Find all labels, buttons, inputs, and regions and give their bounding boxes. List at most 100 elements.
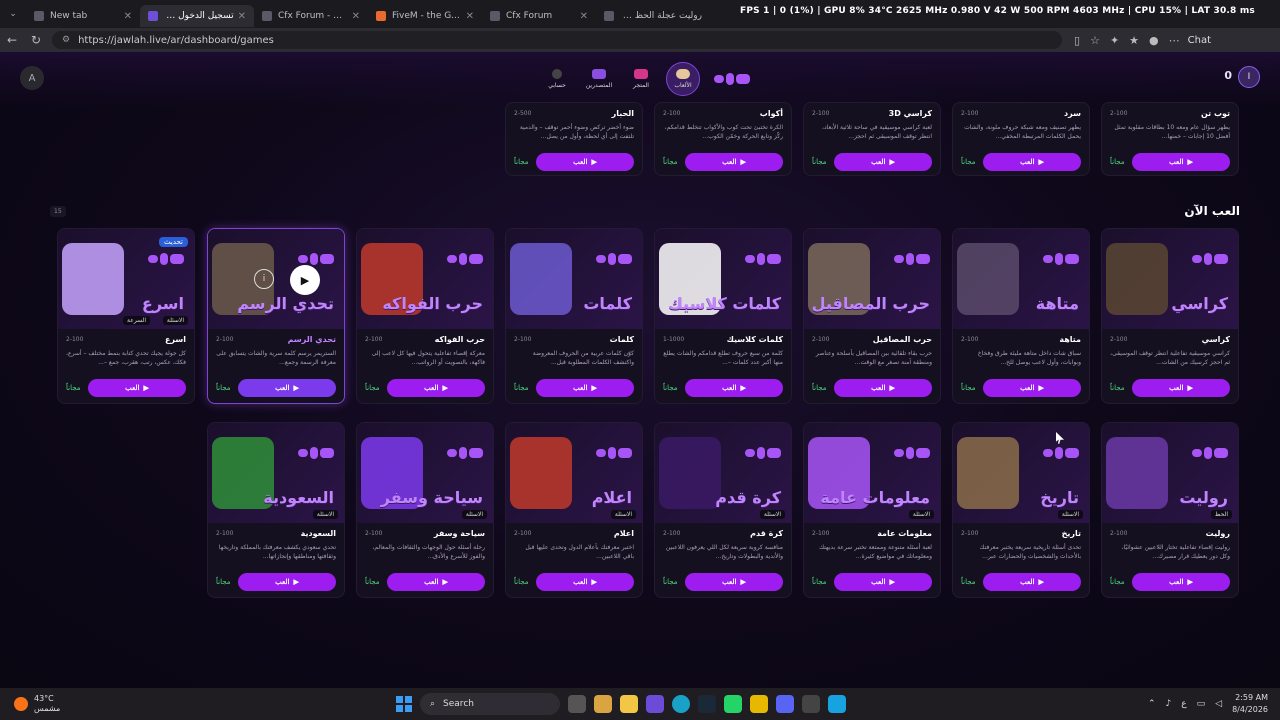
- close-icon[interactable]: ✕: [580, 11, 588, 22]
- game-card[interactable]: روليت الحظ 2-100 روليت روليت إقصاء تفاعلية ت…: [1101, 422, 1239, 598]
- play-button[interactable]: العب ▶: [983, 153, 1081, 171]
- game-thumbnail[interactable]: كرة قدم الاسئلة: [655, 423, 791, 523]
- game-card[interactable]: كلمات كلاسيك 1-1000 كلمات كلاسيك كلمة من سب…: [654, 228, 792, 404]
- browser-tab[interactable]: تسجيل الدخول إلى جولة ✕: [140, 5, 254, 27]
- game-card[interactable]: حرب المصاقيل 2-100 حرب المصاقيل حرب بقاء تل…: [803, 228, 941, 404]
- game-card[interactable]: تحدي الرسم i ▶ 2-100 تحدي الرسم الستريمر يرسم…: [207, 228, 345, 404]
- network-icon[interactable]: ▭: [1197, 699, 1206, 709]
- game-thumbnail[interactable]: كلمات: [506, 229, 642, 329]
- app-icon[interactable]: [646, 695, 664, 713]
- tab-menu-icon[interactable]: ⌄: [0, 9, 26, 19]
- play-icon[interactable]: ▶: [290, 265, 320, 295]
- taskbar-search[interactable]: ⌕ Search: [420, 693, 560, 715]
- fivem-icon[interactable]: [828, 695, 846, 713]
- game-thumbnail[interactable]: حرب الفواكه: [357, 229, 493, 329]
- close-icon[interactable]: ✕: [238, 11, 246, 22]
- game-card[interactable]: سياحة وسفر الاسئلة 2-100 سياحة وسفر رحلة أسئ…: [356, 422, 494, 598]
- chat-button[interactable]: Chat: [1188, 35, 1211, 46]
- game-card[interactable]: كراسي 2-100 كراسي كراسي موسيقية تفاعلية انت…: [1101, 228, 1239, 404]
- play-button[interactable]: العب ▶: [1132, 573, 1230, 591]
- game-card[interactable]: تاريخ الاسئلة 2-100 تاريخ تحدى أسئلة تاريخية…: [952, 422, 1090, 598]
- site-logo[interactable]: [714, 73, 750, 85]
- browser-tab[interactable]: Cfx Forum - The hom ✕: [254, 5, 368, 27]
- browser-tab[interactable]: روليت عجلة الحظ - بحث: [596, 5, 710, 27]
- close-icon[interactable]: ✕: [466, 11, 474, 22]
- game-card[interactable]: اعلام الاسئلة 2-100 اعلام اختبر معرفتك بأعلا…: [505, 422, 643, 598]
- play-button[interactable]: العب ▶: [983, 573, 1081, 591]
- browser-tab[interactable]: New tab ✕: [26, 5, 140, 27]
- game-thumbnail[interactable]: اسرع الاسئلة السرعة تحديث: [58, 229, 194, 329]
- play-button[interactable]: العب ▶: [536, 153, 634, 171]
- game-card[interactable]: كلمات 2-100 كلمات كوّن كلمات عربية من الحرو…: [505, 228, 643, 404]
- close-icon[interactable]: ✕: [352, 11, 360, 22]
- back-icon[interactable]: ←: [0, 33, 24, 47]
- play-button[interactable]: العب ▶: [983, 379, 1081, 397]
- nav-games[interactable]: الألعاب: [666, 62, 700, 96]
- url-field[interactable]: ⚙ https://jawlah.live/ar/dashboard/games: [52, 31, 1062, 49]
- game-card[interactable]: 2-100 توب تن يظهر سؤال عام ومعه 10 بطاقات …: [1101, 102, 1239, 176]
- game-thumbnail[interactable]: تاريخ الاسئلة: [953, 423, 1089, 523]
- game-thumbnail[interactable]: متاهة: [953, 229, 1089, 329]
- game-card[interactable]: 2-100 أكواب الكرة تختبئ تحت كوب والأكواب ت…: [654, 102, 792, 176]
- play-button[interactable]: العب ▶: [1132, 379, 1230, 397]
- play-button[interactable]: العب ▶: [834, 153, 932, 171]
- info-icon[interactable]: i: [254, 269, 274, 289]
- play-button[interactable]: العب ▶: [238, 573, 336, 591]
- game-thumbnail[interactable]: سياحة وسفر الاسئلة: [357, 423, 493, 523]
- bookmark-star-icon[interactable]: ☆: [1090, 34, 1100, 47]
- volume-icon[interactable]: ◁: [1215, 699, 1222, 709]
- nav-leaderboard[interactable]: المتصدرين: [582, 62, 616, 96]
- game-card[interactable]: حرب الفواكه 2-100 حرب الفواكه معركة إقصاء ت…: [356, 228, 494, 404]
- close-icon[interactable]: ✕: [124, 11, 132, 22]
- game-card[interactable]: كرة قدم الاسئلة 2-100 كرة قدم منافسة كروية س…: [654, 422, 792, 598]
- browser-tab[interactable]: FiveM - the GTA V m ✕: [368, 5, 482, 27]
- game-thumbnail[interactable]: معلومات عامة الاسئلة: [804, 423, 940, 523]
- discord-icon[interactable]: [776, 695, 794, 713]
- avatar[interactable]: I: [1238, 66, 1260, 88]
- nav-account[interactable]: حسابي: [540, 62, 574, 96]
- reading-mode-icon[interactable]: ▯: [1074, 34, 1080, 47]
- steam-icon[interactable]: [698, 695, 716, 713]
- play-button[interactable]: العب ▶: [685, 153, 783, 171]
- game-card[interactable]: السعودية الاسئلة 2-100 السعودية تحدي سعودي ي…: [207, 422, 345, 598]
- task-view-icon[interactable]: [568, 695, 586, 713]
- play-button[interactable]: العب ▶: [238, 379, 336, 397]
- start-icon[interactable]: [396, 696, 412, 712]
- play-button[interactable]: العب ▶: [834, 379, 932, 397]
- game-card[interactable]: 2-500 الحبار ضوء أخضر تركض وضوء أحمر توقف …: [505, 102, 643, 176]
- language-indicator[interactable]: ع: [1181, 699, 1186, 709]
- play-button[interactable]: العب ▶: [536, 573, 634, 591]
- nav-store[interactable]: المتجر: [624, 62, 658, 96]
- chevron-up-icon[interactable]: ⌃: [1148, 699, 1156, 709]
- game-card[interactable]: 2-100 كراسي 3D لعبة كراسي موسيقية في ساحة …: [803, 102, 941, 176]
- store-app-icon[interactable]: [594, 695, 612, 713]
- play-button[interactable]: العب ▶: [88, 379, 186, 397]
- play-button[interactable]: العب ▶: [685, 379, 783, 397]
- game-thumbnail[interactable]: كراسي: [1102, 229, 1238, 329]
- more-icon[interactable]: ⋯: [1169, 34, 1180, 47]
- profile-icon[interactable]: ●: [1149, 34, 1159, 47]
- edge-icon[interactable]: [672, 695, 690, 713]
- whatsapp-icon[interactable]: [724, 695, 742, 713]
- site-corner-logo[interactable]: A: [20, 66, 44, 90]
- reload-icon[interactable]: ↻: [24, 33, 48, 47]
- play-button[interactable]: العب ▶: [387, 379, 485, 397]
- game-thumbnail[interactable]: كلمات كلاسيك: [655, 229, 791, 329]
- favorites-icon[interactable]: ★: [1129, 34, 1139, 47]
- game-card[interactable]: اسرع الاسئلة السرعة تحديث 2-100 اسرع كل جولة ي…: [57, 228, 195, 404]
- file-explorer-icon[interactable]: [620, 695, 638, 713]
- rockstar-icon[interactable]: [750, 695, 768, 713]
- game-thumbnail[interactable]: اعلام الاسئلة: [506, 423, 642, 523]
- browser-tab[interactable]: Cfx Forum ✕: [482, 5, 596, 27]
- chrome-icon[interactable]: [802, 695, 820, 713]
- play-button[interactable]: العب ▶: [685, 573, 783, 591]
- extensions-icon[interactable]: ✦: [1110, 34, 1119, 47]
- play-button[interactable]: العب ▶: [1132, 153, 1230, 171]
- microphone-icon[interactable]: ♪: [1166, 699, 1172, 709]
- weather-widget[interactable]: 43°C مشمس: [14, 694, 60, 714]
- game-card[interactable]: 2-100 سرد يظهر تصنيف ومعه شبكة حروف ملونة،…: [952, 102, 1090, 176]
- game-thumbnail[interactable]: حرب المصاقيل: [804, 229, 940, 329]
- play-button[interactable]: العب ▶: [387, 573, 485, 591]
- game-card[interactable]: معلومات عامة الاسئلة 2-100 معلومات عامة لعبة…: [803, 422, 941, 598]
- game-card[interactable]: متاهة 2-100 متاهة سباق شات داخل متاهة مليئة…: [952, 228, 1090, 404]
